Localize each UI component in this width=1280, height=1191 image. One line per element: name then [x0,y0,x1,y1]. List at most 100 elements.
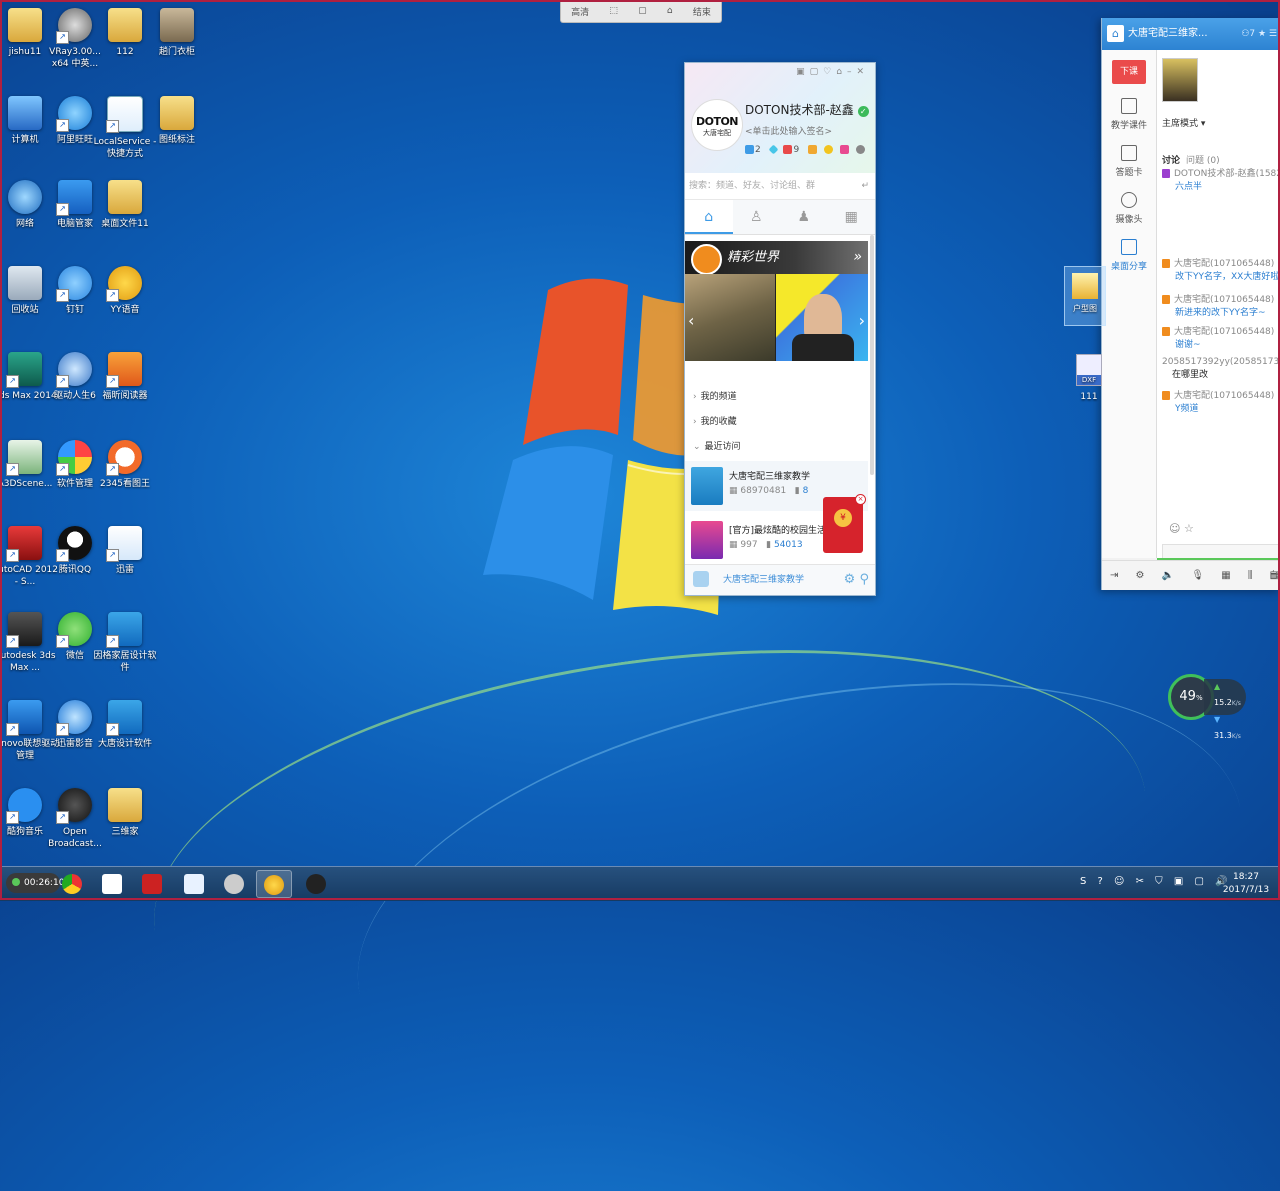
double-chevron-icon[interactable]: » [853,241,862,274]
tab-groups[interactable]: ♟ [780,200,828,234]
menu-my-favorites[interactable]: › 我的收藏 [685,410,868,435]
featured-banner[interactable]: 精彩世界 » ‹ › [685,241,868,361]
camera-button[interactable]: 摄像头 [1102,192,1156,225]
window-button[interactable]: ▢ [635,6,650,16]
verified-check-icon: ✓ [857,106,869,117]
current-channel-link[interactable]: 大唐宅配三维家教学 [723,565,804,595]
chat-message: 大唐宅配(1071065448) 18 Y频道 [1162,390,1280,416]
signature-field[interactable]: <单击此处输入签名> [745,124,832,137]
qq-penguin-icon: ↗ [56,526,92,562]
chevron-right-icon[interactable]: › [859,311,865,330]
menu-recent[interactable]: ⌄ 最近访问 [685,435,868,460]
taskbar-yy[interactable] [256,870,292,898]
taskbar-screenshot[interactable] [216,870,252,898]
search-icon[interactable]: ⚲ [859,572,869,587]
a3dscene-icon: ↗ [6,440,42,476]
badge-icon [1162,327,1170,336]
system-tray[interactable]: S ? ☺ ✂ ⛉ ▣ ▢ 🔊 [1080,876,1232,887]
tab-friends[interactable]: ♙ [733,200,781,234]
chevron-down-icon: ⌄ [693,442,701,452]
yy-channel-icon[interactable] [693,571,709,587]
hd-button[interactable]: 高清 [568,5,592,18]
desktop-icon-xunlei[interactable]: ↗ 迅雷 [90,526,160,576]
tab-discuss[interactable]: 讨论 [1162,156,1180,166]
home-button[interactable]: ⌂ [664,6,676,16]
xunlei-icon [184,874,204,894]
badge-red-icon [783,145,793,154]
tab-home[interactable]: ⌂ [685,200,733,234]
tab-questions[interactable]: 问题 (0) [1186,156,1220,166]
recording-timer[interactable]: 00:26:10 [6,873,64,893]
image-viewer-icon: ↗ [106,440,142,476]
desktop-icon-2345-viewer[interactable]: ↗ 2345看图王 [90,440,160,490]
answer-card-button[interactable]: 答题卡 [1102,145,1156,178]
badge-icon [1162,391,1170,400]
taskbar-xunlei[interactable] [176,870,212,898]
channel-title-bar: ⌂ 大唐宅配三维家... ⚇7 ★ ☰ [1102,18,1280,50]
computer-icon [8,96,42,130]
desktop-icon-yinge[interactable]: ↗ 因格家居设计软件 [90,612,160,674]
region-select-button[interactable]: ⬚ [606,6,621,16]
document-icon [1121,98,1137,114]
taskbar-obs[interactable] [298,870,334,898]
dxf-file-icon: DXF [1076,354,1102,386]
search-input[interactable]: 搜索：频道、好友、讨论组、群 ↵ [685,173,875,200]
chat-message: 2058517392yy(2058517392)在哪里改 [1162,357,1280,380]
avatar[interactable]: DOTON 大唐宅配 [691,99,743,151]
end-class-button[interactable]: 下课 [1112,60,1146,84]
folder-icon [108,180,142,214]
yy-profile-header: ▣▢♡⌂–✕ DOTON 大唐宅配 DOTON技术部-赵鑫 ✓ <单击此处输入签名… [685,63,875,173]
banner-image-game[interactable] [685,274,775,361]
desktop-icon-drawing-annotation[interactable]: 图纸标注 [142,96,212,146]
toolbar-icons[interactable]: ⇥ ⚙ 🔈 🎙 ▦ ⫼ ▤ [1110,570,1280,581]
desktop-icon-sliding-wardrobe[interactable]: 趟门衣柜 [142,8,212,58]
window-controls[interactable]: ▣▢♡⌂–✕ [796,67,869,77]
gear-icon[interactable]: ⚙ [844,572,856,587]
desktop-icon-111-dxf[interactable]: DXF 111 [1072,354,1106,402]
clock[interactable]: 18:27 2017/7/13 [1218,871,1274,897]
free-mode-label[interactable]: 自由 [1269,561,1280,590]
star-icon[interactable]: ☆ [1184,522,1194,535]
taskbar-autocad[interactable] [134,870,170,898]
recording-toolbar: 高清 ⬚ ▢ ⌂ 结束 [560,0,722,23]
taskbar-chrome[interactable] [54,870,90,898]
chevron-right-icon: › [693,392,697,402]
desktop-icon-foxit[interactable]: ↗ 福昕阅读器 [90,352,160,402]
desktop-icon-yy[interactable]: ↗ YY语音 [90,266,160,316]
folder-icon [8,8,42,42]
3weijia-icon [102,874,122,894]
desktop-icon-3weijia[interactable]: 三维家 [90,788,160,838]
group-icon: ♟ [797,209,811,225]
autocad-icon [142,874,162,894]
menu-my-channels[interactable]: › 我的频道 [685,385,868,410]
close-icon[interactable]: × [855,494,866,505]
red-packet[interactable]: ¥ × [823,494,866,553]
scrollbar[interactable] [870,235,874,475]
chat-message: 大唐宅配(1071065448) 18 改下YY名字，XX大唐好啦 [1162,258,1280,284]
vray-icon: ↗ [56,8,92,44]
tab-apps[interactable]: ▦ [828,200,876,234]
emoji-icon[interactable]: ☺ [1169,522,1180,535]
desktop-share-button[interactable]: 桌面分享 [1102,239,1156,272]
taskbar-3weijia[interactable] [94,870,130,898]
play-icon: ↗ [56,700,92,736]
home-icon[interactable]: ⌂ [1107,25,1124,42]
screen-share-icon [1121,239,1137,255]
chevron-left-icon[interactable]: ‹ [688,311,694,330]
desktop-icon-floor-plan[interactable]: 户型图 [1064,266,1106,326]
channel-logo [1162,58,1198,102]
folder-icon [160,96,194,130]
grid-icon: ▦ [844,209,858,225]
desktop-icon-datang-design[interactable]: ↗ 大唐设计软件 [90,700,160,750]
desktop-icon-desktop-files-11[interactable]: 桌面文件11 [90,180,160,230]
yinge-design-icon: ↗ [106,612,142,648]
network-meter[interactable]: 49% ▲ 15.2K/s ▼ 31.3K/s [1168,674,1246,740]
end-button[interactable]: 结束 [690,5,714,18]
channel-stats[interactable]: ⚇7 ★ ☰ [1241,18,1277,50]
banner-image-host[interactable] [776,274,868,361]
xunlei-bird-icon: ↗ [106,526,142,562]
chrome-icon [62,874,82,894]
mode-select[interactable]: 主席模式 ▾ [1162,116,1205,129]
courseware-button[interactable]: 教学课件 [1102,98,1156,131]
obs-icon: ↗ [56,788,92,824]
